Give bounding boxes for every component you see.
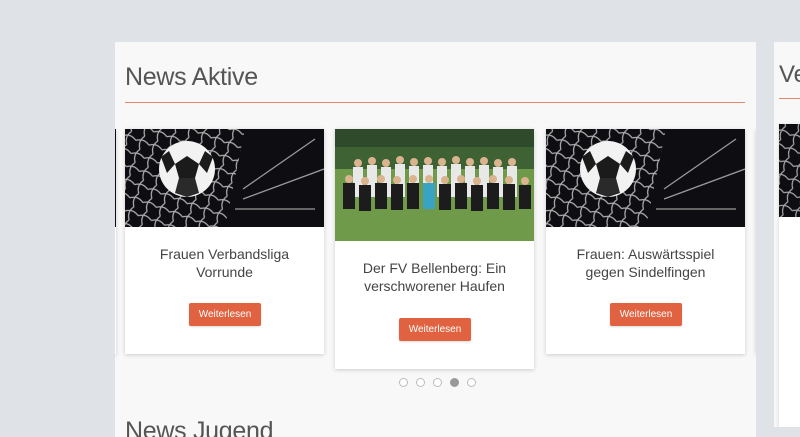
soccer-ball-in-net-image xyxy=(115,129,116,227)
soccer-ball-in-net-image[interactable] xyxy=(546,129,745,227)
news-card[interactable]: Der FV Bellenberg: Ein verschworener Hau… xyxy=(335,129,534,369)
carousel-card-peek-left[interactable] xyxy=(115,129,116,354)
news-card-title[interactable]: Frauen: Auswärtsspiel gegen Sindelfingen xyxy=(558,245,733,281)
team-group-photo-image[interactable] xyxy=(335,129,534,241)
news-carousel[interactable]: Frauen Verbandsliga Vorrunde Weiterlesen xyxy=(115,42,756,437)
news-card-title[interactable]: Der FV Bellenberg: Ein verschworener Hau… xyxy=(347,259,522,295)
carousel-dot[interactable] xyxy=(433,378,442,387)
carousel-dot-active[interactable] xyxy=(450,378,459,387)
news-aktive-panel: News Aktive Frauen Verbandsliga Vorrunde xyxy=(115,42,756,437)
read-more-button[interactable]: Weiterlesen xyxy=(610,303,682,326)
read-more-button[interactable]: Weiterlesen xyxy=(399,318,471,341)
carousel-dot[interactable] xyxy=(399,378,408,387)
news-card[interactable]: Frauen Verbandsliga Vorrunde Weiterlesen xyxy=(125,129,324,354)
carousel-pagination xyxy=(399,378,476,388)
read-more-button[interactable]: Weiterlesen xyxy=(189,303,261,326)
news-card[interactable]: Frauen: Auswärtsspiel gegen Sindelfingen… xyxy=(546,129,745,354)
soccer-ball-in-net-image[interactable] xyxy=(779,124,800,217)
carousel-dot[interactable] xyxy=(467,378,476,387)
news-jugend-heading: News Jugend xyxy=(125,417,274,437)
carousel-dot[interactable] xyxy=(416,378,425,387)
right-panel-heading: Ve xyxy=(779,61,800,88)
heading-divider xyxy=(779,98,800,99)
soccer-ball-in-net-image[interactable] xyxy=(125,129,324,227)
news-card[interactable] xyxy=(779,124,800,427)
news-card-title[interactable]: Frauen Verbandsliga Vorrunde xyxy=(137,245,312,281)
right-news-panel: Ve xyxy=(774,42,800,427)
